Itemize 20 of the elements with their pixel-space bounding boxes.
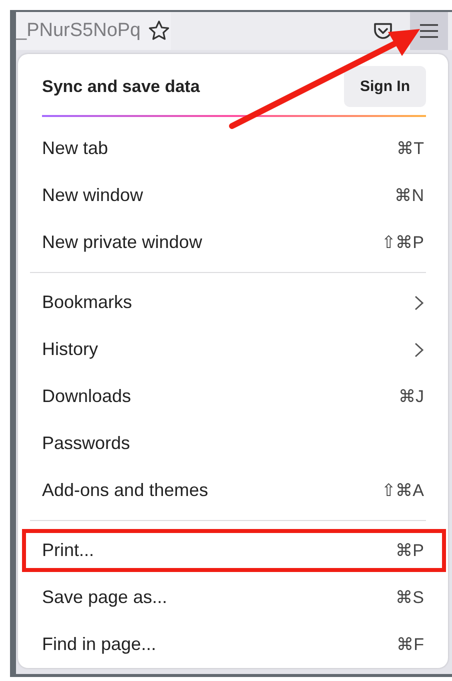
menu-item[interactable]: Downloads ⌘J — [18, 373, 448, 420]
menu-item[interactable]: Print... ⌘P — [20, 527, 448, 574]
menu-item[interactable]: Passwords — [18, 420, 448, 467]
menu-item[interactable]: Find in page... ⌘F — [18, 621, 448, 668]
menu-item[interactable]: History — [18, 326, 448, 373]
menu-icon — [419, 23, 439, 39]
menu-item[interactable]: New window ⌘N — [18, 172, 448, 219]
sign-in-button[interactable]: Sign In — [344, 66, 426, 107]
star-icon[interactable] — [146, 19, 171, 43]
pocket-icon[interactable] — [372, 20, 394, 42]
menu-item[interactable]: Bookmarks — [18, 279, 448, 326]
chevron-icon — [414, 342, 424, 358]
menu-item[interactable]: New private window ⇧⌘P — [18, 219, 448, 266]
url-text: _PNurS5NoPq — [16, 20, 141, 42]
menu-item[interactable]: New tab ⌘T — [18, 125, 448, 172]
menu-item[interactable]: Add-ons and themes ⇧⌘A — [18, 467, 448, 514]
menu-button[interactable] — [410, 12, 448, 50]
menu-item[interactable]: Save page as... ⌘S — [18, 574, 448, 621]
chevron-icon — [414, 294, 424, 310]
menu-header-title: Sync and save data — [42, 76, 200, 96]
